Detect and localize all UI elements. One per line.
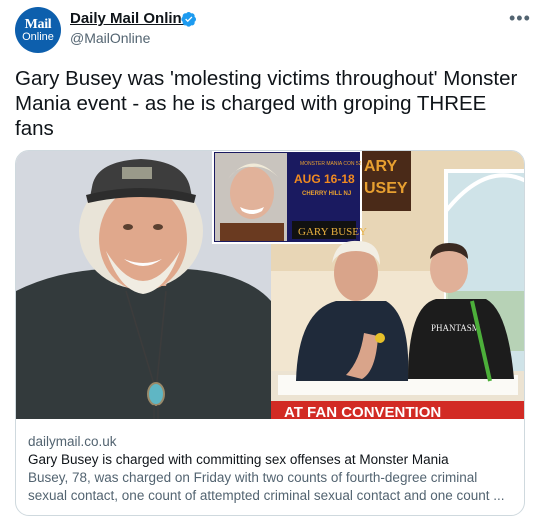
poster-location: CHERRY HILL NJ <box>302 191 351 197</box>
verified-badge-icon <box>181 12 196 27</box>
card-meta[interactable]: dailymail.co.uk Gary Busey is charged wi… <box>28 433 518 505</box>
author-handle[interactable]: @MailOnline <box>70 30 150 46</box>
link-card[interactable]: ARY USEY MONSTER MANIA CON 52 AUG 16-18 … <box>15 150 525 516</box>
banner-sign-text-2: USEY <box>364 180 408 197</box>
avatar[interactable]: Mail Online <box>15 7 61 53</box>
card-title: Gary Busey is charged with committing se… <box>28 452 449 467</box>
tweet[interactable]: Mail Online Daily Mail Online @MailOnlin… <box>0 0 535 525</box>
bottom-banner-text: AT FAN CONVENTION <box>284 404 441 419</box>
shirt-text: PHANTASM <box>431 323 480 333</box>
poster-header: MONSTER MANIA CON 52 <box>300 161 362 167</box>
poster-name: GARY BUSEY <box>298 226 367 238</box>
avatar-text-line1: Mail <box>24 16 52 32</box>
author-name[interactable]: Daily Mail Online <box>70 10 190 27</box>
banner-sign-text: ARY <box>364 158 398 175</box>
card-photo-collage: ARY USEY MONSTER MANIA CON 52 AUG 16-18 … <box>16 151 524 419</box>
left-face <box>99 187 187 291</box>
card-image[interactable]: ARY USEY MONSTER MANIA CON 52 AUG 16-18 … <box>16 151 524 419</box>
tweet-text: Gary Busey was 'molesting victims throug… <box>15 67 518 140</box>
card-description: Busey, 78, was charged on Friday with tw… <box>28 470 505 503</box>
more-options-icon[interactable]: ••• <box>509 8 531 29</box>
card-domain: dailymail.co.uk <box>28 434 117 449</box>
poster-date: AUG 16-18 <box>294 172 355 186</box>
avatar-text-line2: Online <box>22 30 54 43</box>
